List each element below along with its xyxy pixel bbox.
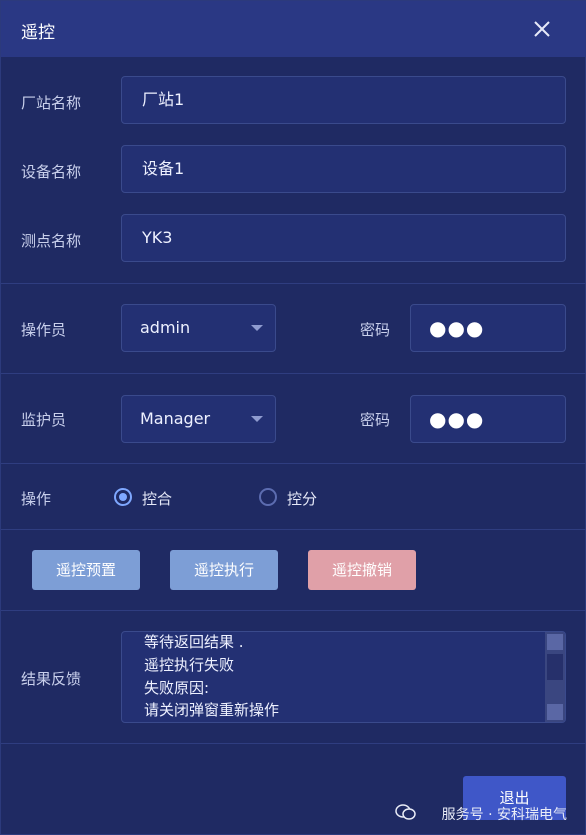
- password-mask: ●●●: [429, 407, 485, 431]
- supervisor-selected-value: Manager: [140, 409, 211, 428]
- remote-preset-button[interactable]: 遥控预置: [32, 550, 140, 590]
- close-icon[interactable]: [531, 18, 553, 40]
- divider: [1, 463, 586, 464]
- divider: [1, 743, 586, 744]
- remote-control-dialog: 遥控 厂站名称 厂站1 设备名称 设备1 测点名称 YK3 操作员 admin …: [0, 0, 586, 835]
- device-name-label: 设备名称: [21, 163, 82, 181]
- radio-open-option[interactable]: [259, 488, 277, 506]
- point-name-label: 测点名称: [21, 232, 82, 250]
- device-name-field[interactable]: 设备1: [121, 145, 566, 193]
- result-scrollbar[interactable]: [545, 632, 565, 722]
- result-feedback-textarea[interactable]: 等待返回结果 . 遥控执行失败 失败原因: 请关闭弹窗重新操作: [121, 631, 566, 723]
- remote-execute-button[interactable]: 遥控执行: [170, 550, 278, 590]
- point-name-field[interactable]: YK3: [121, 214, 566, 262]
- result-line: 等待返回结果 .: [144, 633, 244, 651]
- dialog-title: 遥控: [21, 23, 55, 43]
- operator-password-label: 密码: [360, 321, 391, 339]
- wechat-icon: [395, 804, 416, 820]
- radio-close-label[interactable]: 控合: [142, 488, 172, 509]
- supervisor-label: 监护员: [21, 411, 67, 429]
- operator-label: 操作员: [21, 321, 67, 339]
- supervisor-select[interactable]: Manager: [121, 395, 276, 443]
- operation-label: 操作: [21, 490, 52, 508]
- result-line: 失败原因:: [144, 679, 210, 697]
- radio-selected-dot: [119, 493, 127, 501]
- supervisor-password-label: 密码: [360, 411, 391, 429]
- divider: [1, 610, 586, 611]
- result-feedback-label: 结果反馈: [21, 670, 82, 688]
- password-mask: ●●●: [429, 316, 485, 340]
- radio-close-option[interactable]: [114, 488, 132, 506]
- scroll-up-icon[interactable]: [547, 634, 563, 650]
- chevron-down-icon: [251, 325, 263, 331]
- divider: [1, 373, 586, 374]
- scroll-down-icon[interactable]: [547, 704, 563, 720]
- result-line: 请关闭弹窗重新操作: [144, 701, 280, 719]
- radio-open-label[interactable]: 控分: [287, 488, 317, 509]
- result-line: 遥控执行失败: [144, 656, 235, 674]
- watermark-text: 服务号 · 安科瑞电气: [441, 807, 567, 823]
- supervisor-password-field[interactable]: ●●●: [410, 395, 566, 443]
- scroll-thumb[interactable]: [547, 654, 563, 680]
- operator-password-field[interactable]: ●●●: [410, 304, 566, 352]
- station-name-field[interactable]: 厂站1: [121, 76, 566, 124]
- operator-select[interactable]: admin: [121, 304, 276, 352]
- chevron-down-icon: [251, 416, 263, 422]
- divider: [1, 283, 586, 284]
- station-name-label: 厂站名称: [21, 94, 82, 112]
- operator-selected-value: admin: [140, 318, 191, 337]
- divider: [1, 529, 586, 530]
- dialog-titlebar: 遥控: [1, 1, 586, 57]
- remote-cancel-button[interactable]: 遥控撤销: [308, 550, 416, 590]
